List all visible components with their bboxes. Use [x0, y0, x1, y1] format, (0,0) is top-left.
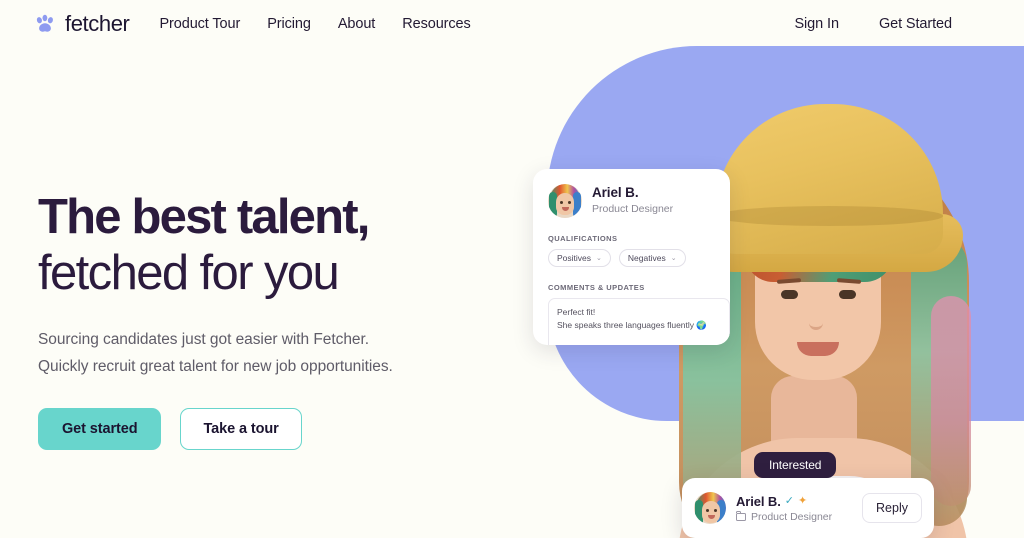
take-a-tour-button[interactable]: Take a tour [180, 407, 302, 450]
candidate-reply-card: Ariel B. ✓ ✦ Product Designer Reply [682, 478, 934, 538]
brand-logo[interactable]: fetcher [34, 11, 130, 36]
avatar [694, 492, 726, 524]
nav-item-about[interactable]: About [338, 16, 376, 32]
comment-line-2: She speaks three languages fluently 🌍 [557, 320, 707, 331]
reply-card-info: Ariel B. ✓ ✦ Product Designer [736, 494, 852, 523]
get-started-button[interactable]: Get started [38, 407, 162, 450]
sparkle-icon: ✦ [797, 494, 808, 507]
comment-line-1: Perfect fit! [557, 307, 596, 317]
folder-icon [736, 510, 746, 521]
avatar [548, 184, 582, 218]
hero-copy: The best talent, fetched for you Sourcin… [38, 190, 508, 450]
positives-label: Positives [557, 253, 592, 263]
negatives-dropdown[interactable]: Negatives ⌄ [618, 249, 686, 267]
sign-in-link[interactable]: Sign In [794, 16, 839, 32]
cta-row: Get started Take a tour [38, 407, 508, 450]
candidate-role: Product Designer [592, 203, 674, 216]
verified-check-icon: ✓ [784, 494, 794, 507]
comments-box[interactable]: Perfect fit! She speaks three languages … [548, 298, 730, 345]
candidate-role: Product Designer [751, 510, 833, 523]
nav-item-resources[interactable]: Resources [402, 16, 471, 32]
primary-nav: Product Tour Pricing About Resources [159, 16, 470, 32]
chevron-down-icon: ⌄ [670, 254, 677, 262]
chevron-down-icon: ⌄ [596, 254, 602, 262]
interested-tooltip: Interested [754, 452, 837, 478]
hero-subtitle: Sourcing candidates just got easier with… [38, 326, 508, 381]
paw-icon [34, 13, 56, 35]
nav-item-product-tour[interactable]: Product Tour [159, 16, 240, 32]
candidate-name: Ariel B. [736, 493, 781, 509]
site-header: fetcher Product Tour Pricing About Resou… [0, 0, 1024, 48]
candidate-name: Ariel B. [592, 185, 639, 201]
nav-item-pricing[interactable]: Pricing [267, 16, 311, 32]
headline-line-1: The best talent, [38, 190, 370, 244]
profile-header: Ariel B. Product Designer [548, 184, 730, 218]
subtitle-line-1: Sourcing candidates just got easier with… [38, 330, 369, 348]
get-started-link[interactable]: Get Started [879, 16, 952, 32]
headline-line-2: fetched for you [38, 245, 340, 300]
header-actions: Sign In Get Started [794, 16, 952, 32]
brand-name: fetcher [65, 11, 130, 36]
candidate-profile-card: Ariel B. Product Designer QUALIFICATIONS… [533, 169, 730, 345]
qualification-filters: Positives ⌄ Negatives ⌄ [548, 249, 730, 267]
reply-button[interactable]: Reply [862, 493, 922, 523]
comments-label: COMMENTS & UPDATES [548, 283, 645, 292]
qualifications-label: QUALIFICATIONS [548, 234, 618, 243]
positives-dropdown[interactable]: Positives ⌄ [548, 249, 611, 267]
subtitle-line-2: Quickly recruit great talent for new job… [38, 358, 393, 376]
negatives-label: Negatives [627, 253, 666, 263]
page-title: The best talent, fetched for you [38, 190, 508, 303]
